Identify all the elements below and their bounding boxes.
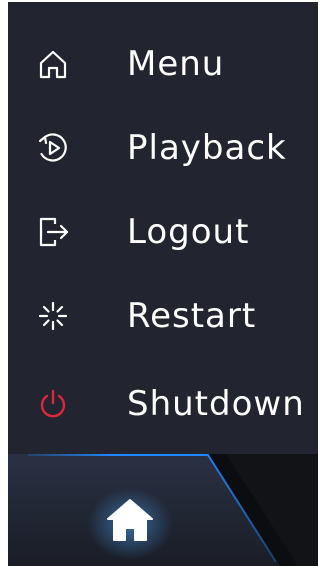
- menu-item-playback[interactable]: Playback: [8, 108, 318, 188]
- menu-item-label: Logout: [127, 212, 250, 252]
- menu-item-menu[interactable]: Menu: [8, 24, 318, 104]
- bottom-dock: [8, 454, 318, 566]
- menu-item-label: Playback: [127, 128, 287, 168]
- home-outline-icon: [36, 47, 70, 81]
- menu-item-logout[interactable]: Logout: [8, 192, 318, 272]
- restart-icon: [36, 299, 70, 333]
- popup-menu: Menu Playback Logout Restart Shutdown: [8, 2, 318, 454]
- playback-icon: [36, 131, 70, 165]
- logout-icon: [36, 215, 70, 249]
- menu-item-label: Menu: [127, 44, 225, 84]
- menu-item-restart[interactable]: Restart: [8, 276, 318, 356]
- dock-accent-shape: [8, 454, 298, 566]
- app-frame: Menu Playback Logout Restart Shutdown: [0, 0, 325, 566]
- home-button[interactable]: [100, 494, 160, 550]
- menu-item-label: Restart: [127, 296, 257, 336]
- menu-item-shutdown[interactable]: Shutdown: [8, 364, 318, 444]
- menu-item-label: Shutdown: [127, 384, 305, 424]
- home-icon: [105, 497, 155, 548]
- power-icon: [36, 387, 70, 421]
